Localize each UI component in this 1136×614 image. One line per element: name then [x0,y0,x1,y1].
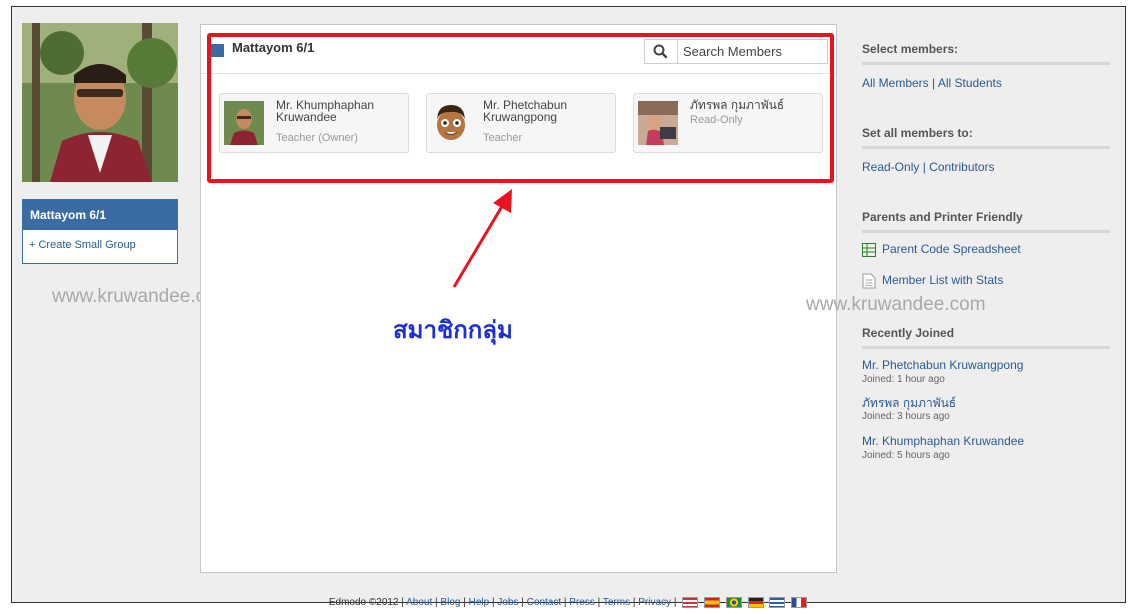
set-members-links: Read-Only | Contributors [862,160,995,174]
member-list-label: Member List with Stats [882,273,1004,288]
us-flag-icon[interactable] [682,597,699,608]
footer-copyright: Edmodo ©2012 [328,597,399,609]
footer-link-contact[interactable]: Contact [527,597,561,608]
set-members-heading: Set all members to: [862,126,1110,149]
contributors-link[interactable]: Contributors [929,160,994,174]
watermark-right: www.kruwandee.com [806,294,986,315]
footer-link-privacy[interactable]: Privacy [638,597,671,608]
footer-link-press[interactable]: Press [569,597,595,608]
footer-link-blog[interactable]: Blog [440,597,460,608]
highlight-box [207,33,834,183]
parents-heading: Parents and Printer Friendly [862,210,1110,233]
footer-link-about[interactable]: About [406,597,432,608]
joined-member-link[interactable]: Mr. Phetchabun Kruwangpong [862,358,1023,372]
spreadsheet-icon [862,242,876,257]
joined-time: Joined: 3 hours ago [862,411,950,422]
group-nav: Mattayom 6/1 + Create Small Group [22,199,178,264]
footer-link-terms[interactable]: Terms [603,597,630,608]
germany-flag-icon[interactable] [747,597,764,608]
annotation-label: สมาชิกกลุ่ม [393,317,513,344]
link-separator: | [919,160,930,174]
document-icon [862,273,876,289]
joined-time: Joined: 1 hour ago [862,374,945,385]
recently-joined-heading: Recently Joined [862,326,1110,349]
all-students-link[interactable]: All Students [938,76,1002,90]
link-separator: | [928,76,938,90]
red-arrow-icon [452,189,512,288]
create-small-group-link[interactable]: + Create Small Group [23,230,177,251]
language-flags [679,597,808,608]
profile-photo[interactable] [22,23,178,182]
select-members-heading: Select members: [862,42,1110,65]
spain-flag-icon[interactable] [704,597,720,608]
select-members-links: All Members | All Students [862,76,1002,90]
parent-code-spreadsheet-link[interactable]: Parent Code Spreadsheet [862,242,1021,257]
brazil-flag-icon[interactable] [725,597,742,608]
footer: Edmodo ©2012 | About | Blog | Help | Job… [0,597,1136,608]
read-only-link[interactable]: Read-Only [862,160,919,174]
footer-link-jobs[interactable]: Jobs [497,597,518,608]
joined-member-link[interactable]: Mr. Khumphaphan Kruwandee [862,434,1024,448]
spreadsheet-label: Parent Code Spreadsheet [882,242,1021,256]
joined-time: Joined: 5 hours ago [862,450,950,461]
footer-link-help[interactable]: Help [469,597,490,608]
member-list-stats-link[interactable]: Member List with Stats [862,273,1003,289]
group-nav-title[interactable]: Mattayom 6/1 [23,200,177,230]
france-flag-icon[interactable] [791,597,808,608]
all-members-link[interactable]: All Members [862,76,929,90]
greece-flag-icon[interactable] [769,597,786,608]
